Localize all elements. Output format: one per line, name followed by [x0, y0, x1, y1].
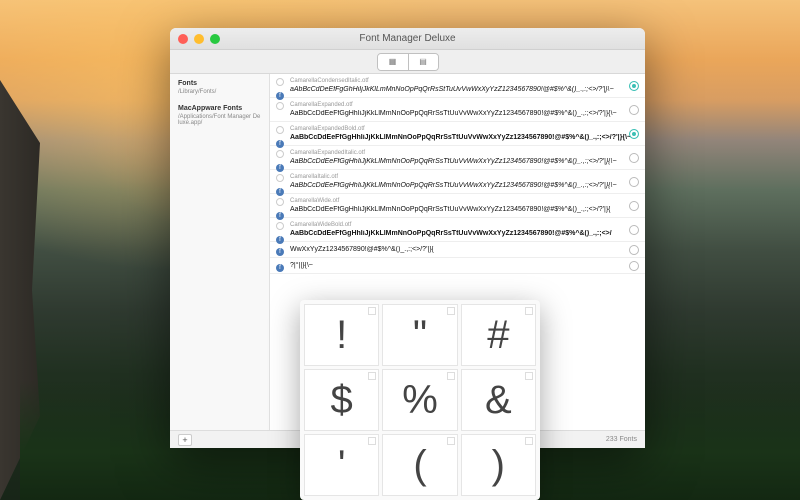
font-row[interactable]: fCamarellaExpandedItalic.otfAaBbCcDdEeFf…: [270, 146, 645, 170]
character-cell[interactable]: !: [304, 304, 379, 366]
sidebar-group-path: /Applications/Font Manager Deluxe.app/: [178, 114, 261, 126]
window-title: Font Manager Deluxe: [170, 33, 645, 44]
character-cell[interactable]: (: [382, 434, 457, 496]
font-filename: CamarellaExpandedBold.otf: [290, 126, 637, 132]
font-count-label: 233 Fonts: [606, 436, 637, 443]
font-row[interactable]: fCamarellaItalic.otfAaBbCcDdEeFfGgHhIiJj…: [270, 170, 645, 194]
font-filename: CamarellaItalic.otf: [290, 174, 637, 180]
view-list-button[interactable]: ▦: [378, 54, 408, 70]
character-cell[interactable]: ): [461, 434, 536, 496]
cell-corner-icon: [368, 307, 376, 315]
font-row[interactable]: CamarellaExpanded.otf AaBbCcDdEeFfGgHhIiJ…: [270, 98, 645, 122]
font-sample-text: AaBbCcDdEeFfGgHhIiJjKkLlMmNnOoPpQqRrSsTt…: [290, 206, 637, 213]
sidebar-group[interactable]: Fonts /Library/Fonts/: [178, 80, 261, 95]
font-select-radio[interactable]: [629, 81, 639, 91]
sidebar-group[interactable]: MacAppware Fonts /Applications/Font Mana…: [178, 105, 261, 126]
character-cell[interactable]: #: [461, 304, 536, 366]
character-cell[interactable]: ": [382, 304, 457, 366]
font-select-radio[interactable]: [629, 153, 639, 163]
cell-corner-icon: [447, 372, 455, 380]
font-filename: CamarellaWide.otf: [290, 198, 637, 204]
font-filename: CamarellaExpandedItalic.otf: [290, 150, 637, 156]
toolbar: ▦ ▤: [170, 50, 645, 74]
font-filename: CamarellaWideBold.otf: [290, 222, 637, 228]
font-sample-text: AaBbCcDdEeFfGgHhIiJjKkLlMmNnOoPpQqRrSsTt…: [290, 230, 637, 237]
cell-corner-icon: [447, 437, 455, 445]
font-filename: CamarellaCondensedItalic.otf: [290, 78, 637, 84]
sidebar: Fonts /Library/Fonts/ MacAppware Fonts /…: [170, 74, 270, 430]
cell-corner-icon: [525, 307, 533, 315]
expand-circle-icon[interactable]: [276, 174, 284, 182]
cell-corner-icon: [525, 437, 533, 445]
font-row[interactable]: fCamarellaExpandedBold.otfAaBbCcDdEeFfGg…: [270, 122, 645, 146]
footer-left: +: [178, 434, 192, 446]
expand-circle-icon[interactable]: [276, 150, 284, 158]
font-select-radio[interactable]: [629, 177, 639, 187]
font-row[interactable]: f ?|°||}{\~: [270, 258, 645, 274]
expand-circle-icon[interactable]: [276, 102, 284, 110]
view-segmented-control: ▦ ▤: [377, 53, 439, 71]
expand-circle-icon[interactable]: [276, 78, 284, 86]
font-select-radio[interactable]: [629, 261, 639, 271]
cell-corner-icon: [368, 437, 376, 445]
font-sample-text: AaBbCcDdEeFfGgHhIiJjKkLlMmNnOoPpQqRrSsTt…: [290, 110, 637, 117]
character-cell[interactable]: $: [304, 369, 379, 431]
font-select-radio[interactable]: [629, 105, 639, 115]
font-row[interactable]: fCamarellaWideBold.otfAaBbCcDdEeFfGgHhIi…: [270, 218, 645, 242]
add-button[interactable]: +: [178, 434, 192, 446]
view-grid-button[interactable]: ▤: [408, 54, 438, 70]
font-select-radio[interactable]: [629, 201, 639, 211]
font-filename: CamarellaExpanded.otf: [290, 102, 637, 108]
font-sample-text: AaBbCcDdEeFfGgHhIiJjKkLlMmNnOoPpQqRrSsTt…: [290, 182, 637, 189]
character-panel[interactable]: !"# $%& '(): [300, 300, 540, 500]
font-select-radio[interactable]: [629, 129, 639, 139]
character-cell[interactable]: %: [382, 369, 457, 431]
cell-corner-icon: [525, 372, 533, 380]
expand-circle-icon[interactable]: [276, 198, 284, 206]
font-row[interactable]: f WwXxYyZz1234567890!@#$%^&()_.,:;<>/?'|}…: [270, 242, 645, 258]
font-sample-text: AaBbCcDdEeFfGgHhIiJjKkLlMmNnOoPpQqRrSsTt…: [290, 158, 637, 165]
expand-circle-icon[interactable]: [276, 126, 284, 134]
titlebar[interactable]: Font Manager Deluxe: [170, 28, 645, 50]
sidebar-group-title: Fonts: [178, 80, 261, 87]
font-sample-text: AaBbCcDdEeFfGgHhIiJjKkLlMmNnOoPpQqRrSsTt…: [290, 134, 637, 141]
font-row[interactable]: fCamarellaCondensedItalic.otfaAbBcCdDeEf…: [270, 74, 645, 98]
font-sample-text: WwXxYyZz1234567890!@#$%^&()_.,:;<>/?'|}{: [290, 246, 637, 253]
cell-corner-icon: [447, 307, 455, 315]
character-grid: !"# $%& '(): [304, 304, 536, 496]
font-badge-icon: f: [276, 248, 284, 256]
cell-corner-icon: [368, 372, 376, 380]
sidebar-group-path: /Library/Fonts/: [178, 89, 261, 95]
character-cell[interactable]: &: [461, 369, 536, 431]
font-sample-text: ?|°||}{\~: [290, 262, 637, 269]
font-sample-text: aAbBcCdDeEfFgGhHiIjJkKlLmMnNoOpPqQrRsStT…: [290, 86, 637, 93]
font-select-radio[interactable]: [629, 245, 639, 255]
font-row[interactable]: fCamarellaWide.otfAaBbCcDdEeFfGgHhIiJjKk…: [270, 194, 645, 218]
character-cell[interactable]: ': [304, 434, 379, 496]
sidebar-group-title: MacAppware Fonts: [178, 105, 261, 112]
font-select-radio[interactable]: [629, 225, 639, 235]
expand-circle-icon[interactable]: [276, 222, 284, 230]
font-badge-icon: f: [276, 264, 284, 272]
